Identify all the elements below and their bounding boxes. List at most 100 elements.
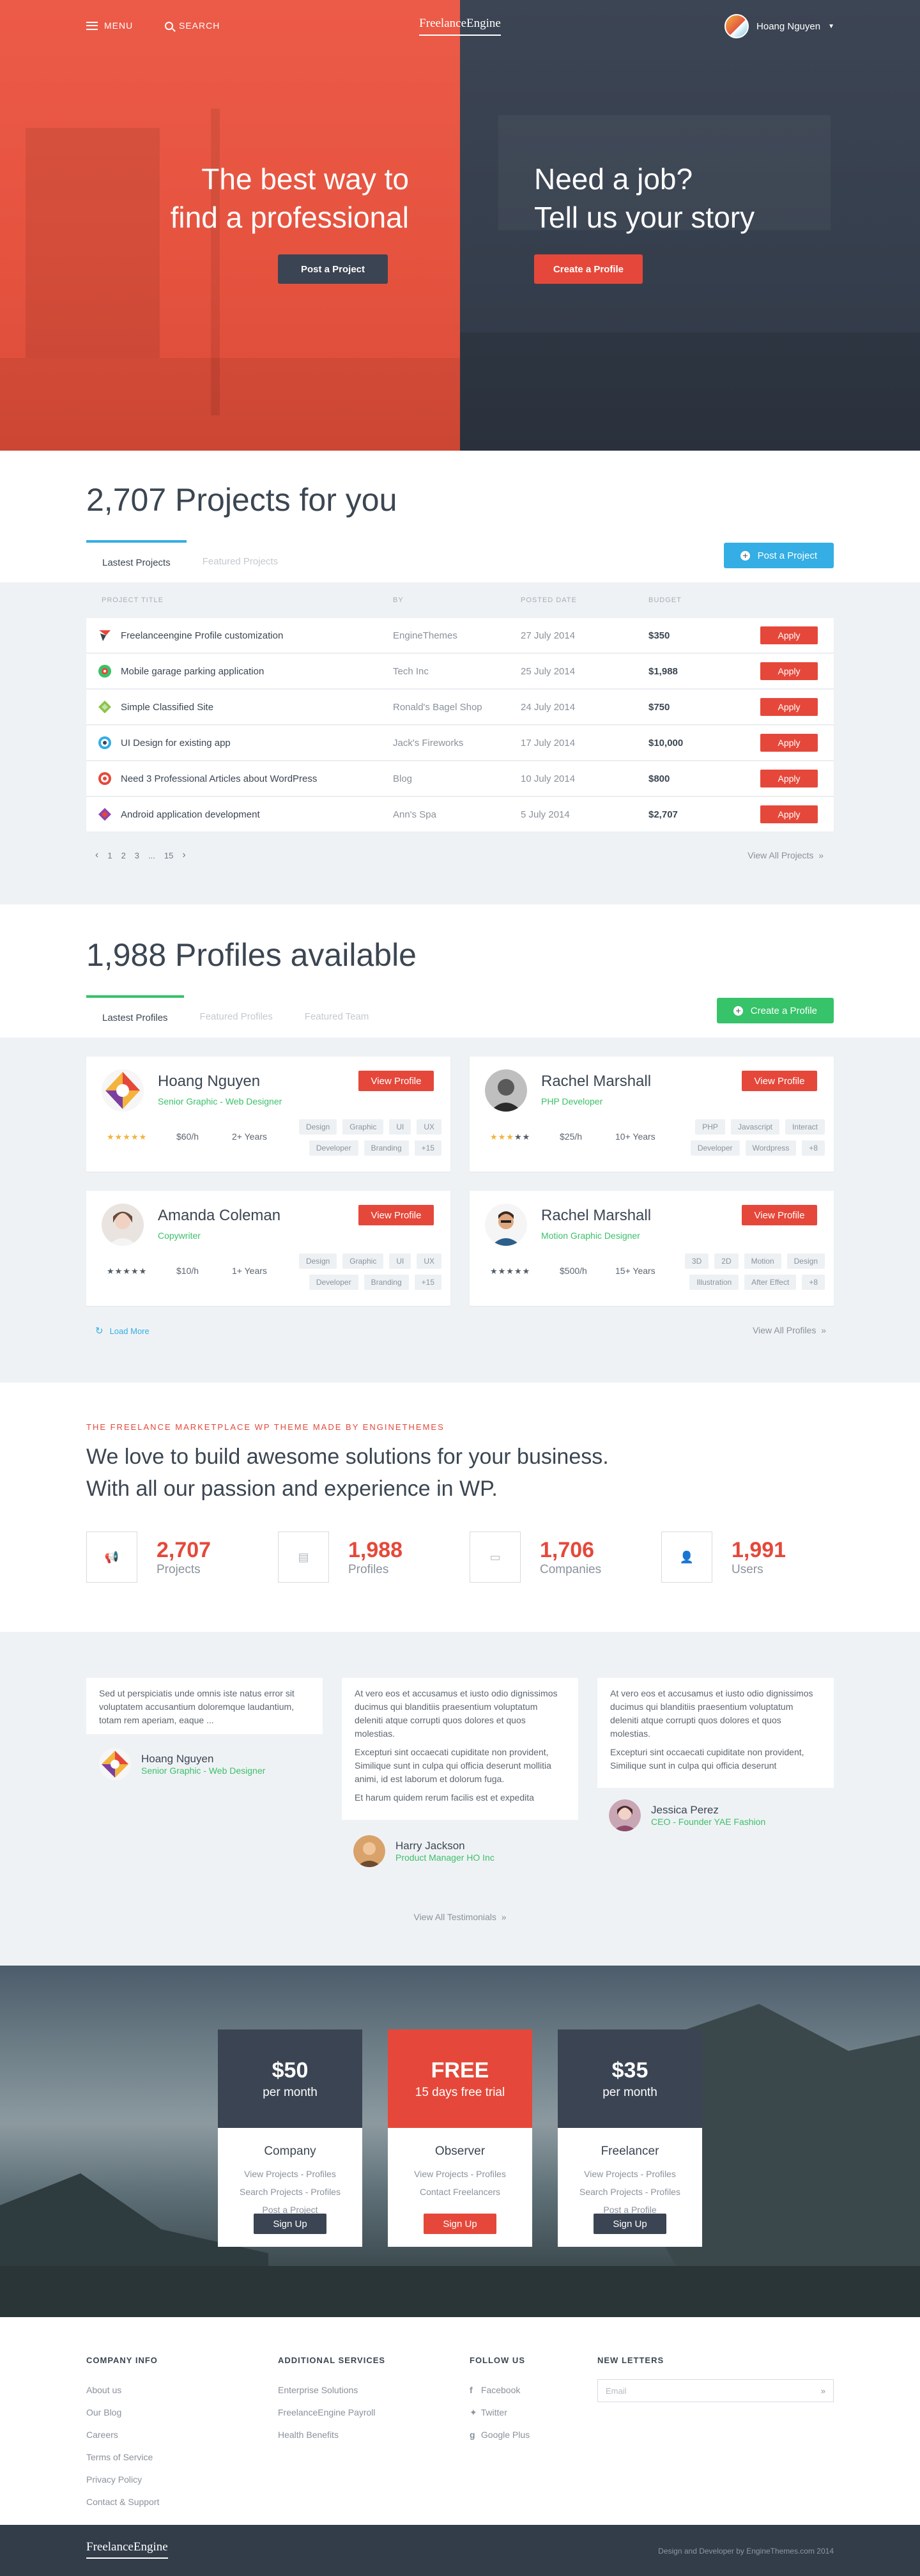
footer-link[interactable]: Health Benefits — [278, 2424, 385, 2446]
chevron-left-icon[interactable]: ‹ — [95, 850, 98, 861]
table-row[interactable]: Freelanceengine Profile customization En… — [86, 618, 834, 653]
apply-button[interactable]: Apply — [760, 662, 818, 680]
create-profile-hero-button[interactable]: Create a Profile — [534, 254, 643, 284]
skill-tag[interactable]: Graphic — [342, 1119, 384, 1135]
table-row[interactable]: UI Design for existing app Jack's Firewo… — [86, 725, 834, 760]
profile-name[interactable]: Amanda Coleman — [158, 1207, 280, 1225]
apply-button[interactable]: Apply — [760, 770, 818, 788]
apply-button[interactable]: Apply — [760, 698, 818, 716]
skill-tag[interactable]: UI — [389, 1253, 411, 1269]
footer-link[interactable]: Privacy Policy — [86, 2469, 159, 2491]
skill-tag[interactable]: Design — [786, 1253, 825, 1269]
view-all-projects-link[interactable]: View All Projects » — [747, 850, 824, 860]
profile-card[interactable]: Hoang Nguyen Senior Graphic - Web Design… — [86, 1057, 450, 1172]
project-by[interactable]: Jack's Fireworks — [393, 738, 521, 749]
profile-card[interactable]: Amanda Coleman Copywriter View Profile ★… — [86, 1191, 450, 1306]
skill-tag[interactable]: UX — [417, 1253, 441, 1269]
apply-button[interactable]: Apply — [760, 626, 818, 644]
view-profile-button[interactable]: View Profile — [358, 1071, 434, 1091]
project-by[interactable]: Blog — [393, 773, 521, 784]
project-by[interactable]: EngineThemes — [393, 630, 521, 641]
skill-tag[interactable]: +8 — [802, 1140, 825, 1156]
page-link[interactable]: 1 — [107, 851, 112, 860]
skill-tag[interactable]: Design — [298, 1253, 337, 1269]
create-profile-button[interactable]: Create a Profile — [716, 998, 834, 1023]
skill-tag[interactable]: 3D — [684, 1253, 709, 1269]
skill-tag[interactable]: After Effect — [744, 1275, 797, 1290]
profile-card[interactable]: Rachel Marshall PHP Developer View Profi… — [470, 1057, 834, 1172]
user-menu[interactable]: Hoang Nguyen ▼ — [724, 14, 834, 38]
tab-featured-projects[interactable]: Featured Projects — [187, 540, 294, 582]
project-title[interactable]: UI Design for existing app — [121, 738, 231, 749]
facebook-link[interactable]: f Facebook — [470, 2379, 530, 2401]
skill-tag[interactable]: 2D — [714, 1253, 739, 1269]
apply-button[interactable]: Apply — [760, 734, 818, 752]
profile-name[interactable]: Rachel Marshall — [541, 1207, 651, 1225]
skill-tag[interactable]: +8 — [802, 1275, 825, 1290]
skill-tag[interactable]: Branding — [364, 1140, 409, 1156]
table-row[interactable]: Android application development Ann's Sp… — [86, 797, 834, 832]
view-all-profiles-link[interactable]: View All Profiles » — [753, 1325, 826, 1335]
chevron-right-icon[interactable]: » — [821, 2386, 825, 2396]
skill-tag[interactable]: +15 — [414, 1275, 441, 1290]
project-by[interactable]: Tech Inc — [393, 666, 521, 677]
project-title[interactable]: Need 3 Professional Articles about WordP… — [121, 773, 317, 784]
skill-tag[interactable]: Developer — [309, 1275, 358, 1290]
footer-link[interactable]: Contact & Support — [86, 2491, 159, 2513]
tab-latest-projects[interactable]: Lastest Projects — [86, 540, 187, 582]
sign-up-button[interactable]: Sign Up — [254, 2214, 326, 2234]
project-title[interactable]: Simple Classified Site — [121, 702, 213, 713]
footer-link[interactable]: Terms of Service — [86, 2446, 159, 2469]
footer-link[interactable]: Our Blog — [86, 2401, 159, 2424]
page-link[interactable]: 15 — [164, 851, 173, 860]
skill-tag[interactable]: Developer — [690, 1140, 740, 1156]
email-input[interactable]: Email » — [597, 2379, 834, 2402]
tab-featured-team[interactable]: Featured Team — [289, 995, 385, 1037]
footer-link[interactable]: FreelanceEngine Payroll — [278, 2401, 385, 2424]
project-title[interactable]: Freelanceengine Profile customization — [121, 630, 283, 641]
skill-tag[interactable]: Illustration — [689, 1275, 739, 1290]
table-row[interactable]: Simple Classified Site Ronald's Bagel Sh… — [86, 690, 834, 724]
view-profile-button[interactable]: View Profile — [742, 1205, 817, 1225]
profile-name[interactable]: Rachel Marshall — [541, 1073, 651, 1090]
post-project-button[interactable]: Post a Project — [723, 543, 834, 568]
apply-button[interactable]: Apply — [760, 805, 818, 823]
project-by[interactable]: Ronald's Bagel Shop — [393, 702, 521, 713]
skill-tag[interactable]: +15 — [414, 1140, 441, 1156]
profile-card[interactable]: Rachel Marshall Motion Graphic Designer … — [470, 1191, 834, 1306]
skill-tag[interactable]: Design — [298, 1119, 337, 1135]
project-title[interactable]: Android application development — [121, 809, 260, 820]
view-all-testimonials-link[interactable]: View All Testimonials » — [86, 1912, 834, 1922]
load-more-button[interactable]: ↻ Load More — [95, 1325, 150, 1337]
skill-tag[interactable]: UI — [389, 1119, 411, 1135]
table-row[interactable]: Need 3 Professional Articles about WordP… — [86, 761, 834, 796]
skill-tag[interactable]: Wordpress — [745, 1140, 797, 1156]
footer-logo[interactable]: FreelanceEngine — [86, 2540, 168, 2559]
skill-tag[interactable]: Developer — [309, 1140, 358, 1156]
skill-tag[interactable]: Interact — [785, 1119, 825, 1135]
view-profile-button[interactable]: View Profile — [358, 1205, 434, 1225]
chevron-right-icon[interactable]: › — [182, 850, 185, 861]
page-link[interactable]: 2 — [121, 851, 126, 860]
google-plus-link[interactable]: g Google Plus — [470, 2424, 530, 2446]
twitter-link[interactable]: ✦ Twitter — [470, 2401, 530, 2424]
sign-up-button[interactable]: Sign Up — [424, 2214, 496, 2234]
page-link[interactable]: 3 — [135, 851, 139, 860]
tab-featured-profiles[interactable]: Featured Profiles — [184, 995, 289, 1037]
table-row[interactable]: Mobile garage parking application Tech I… — [86, 654, 834, 688]
profile-name[interactable]: Hoang Nguyen — [158, 1073, 260, 1090]
tab-latest-profiles[interactable]: Lastest Profiles — [86, 995, 184, 1037]
skill-tag[interactable]: PHP — [695, 1119, 725, 1135]
footer-link[interactable]: About us — [86, 2379, 159, 2401]
view-profile-button[interactable]: View Profile — [742, 1071, 817, 1091]
footer-link[interactable]: Enterprise Solutions — [278, 2379, 385, 2401]
skill-tag[interactable]: UX — [417, 1119, 441, 1135]
project-by[interactable]: Ann's Spa — [393, 809, 521, 820]
skill-tag[interactable]: Javascript — [730, 1119, 779, 1135]
skill-tag[interactable]: Branding — [364, 1275, 409, 1290]
post-project-hero-button[interactable]: Post a Project — [278, 254, 388, 284]
footer-link[interactable]: Careers — [86, 2424, 159, 2446]
project-title[interactable]: Mobile garage parking application — [121, 666, 264, 677]
skill-tag[interactable]: Motion — [744, 1253, 781, 1269]
sign-up-button[interactable]: Sign Up — [594, 2214, 666, 2234]
